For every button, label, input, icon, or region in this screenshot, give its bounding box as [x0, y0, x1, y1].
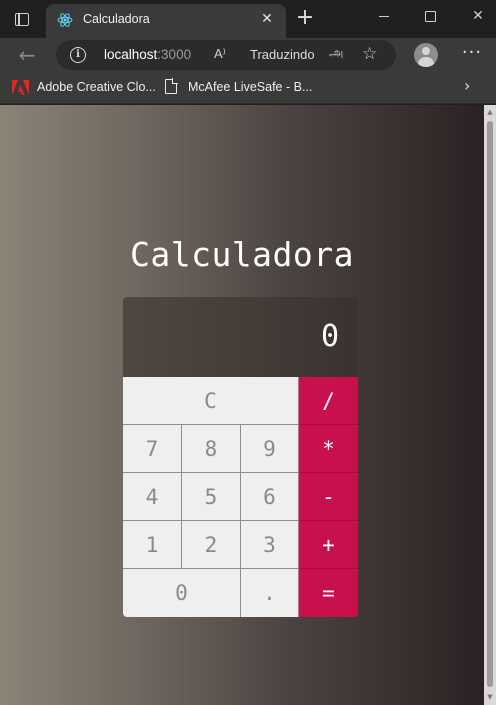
- read-aloud-icon[interactable]: A⁾: [214, 46, 226, 62]
- divide-button[interactable]: /: [299, 377, 358, 425]
- more-menu-icon[interactable]: ···: [458, 40, 486, 68]
- adobe-icon: [12, 80, 29, 95]
- digit-0-button[interactable]: 0: [123, 569, 241, 617]
- close-tab-icon[interactable]: ✕: [258, 10, 276, 28]
- scroll-up-icon[interactable]: ▲: [486, 108, 494, 116]
- digit-1-button[interactable]: 1: [123, 521, 182, 569]
- decimal-button[interactable]: .: [241, 569, 299, 617]
- site-info-icon[interactable]: i: [70, 47, 86, 63]
- digit-7-button[interactable]: 7: [123, 425, 182, 473]
- translate-icon[interactable]: அ: [329, 46, 343, 62]
- subtract-button[interactable]: -: [299, 473, 358, 521]
- digit-9-button[interactable]: 9: [241, 425, 299, 473]
- equals-button[interactable]: =: [299, 569, 358, 617]
- title-bar: Calculadora ✕ + ✕: [0, 0, 496, 38]
- scroll-down-icon[interactable]: ▼: [486, 693, 494, 701]
- close-window-icon[interactable]: ✕: [463, 4, 493, 28]
- digit-3-button[interactable]: 3: [241, 521, 299, 569]
- browser-tab[interactable]: Calculadora ✕: [46, 4, 286, 38]
- page-icon: [165, 78, 178, 94]
- tab-actions-icon[interactable]: [6, 6, 38, 32]
- digit-8-button[interactable]: 8: [182, 425, 241, 473]
- page-title: Calculadora: [129, 235, 355, 274]
- vertical-scrollbar[interactable]: ▲ ▼: [484, 105, 496, 705]
- digit-4-button[interactable]: 4: [123, 473, 182, 521]
- favorite-label: McAfee LiveSafe - B...: [188, 80, 313, 94]
- maximize-icon[interactable]: [415, 4, 445, 28]
- url-text[interactable]: localhost:3000: [104, 47, 191, 62]
- react-icon: [57, 13, 73, 27]
- translate-status[interactable]: Traduzindo: [250, 47, 315, 62]
- profile-avatar[interactable]: [414, 43, 438, 67]
- chevron-right-icon[interactable]: ›: [464, 76, 470, 95]
- minimize-icon[interactable]: [369, 4, 399, 28]
- calculator: 0 C / 7 8 9 * 4 5 6 - 1 2 3 + 0 . =: [123, 297, 358, 617]
- digit-6-button[interactable]: 6: [241, 473, 299, 521]
- back-arrow-icon[interactable]: ←: [14, 42, 40, 68]
- calculator-display: 0: [123, 297, 358, 377]
- browser-toolbar: ← i localhost:3000 A⁾ Traduzindo அ ☆ ···: [0, 38, 496, 72]
- digit-5-button[interactable]: 5: [182, 473, 241, 521]
- address-bar[interactable]: i localhost:3000 A⁾ Traduzindo அ ☆: [56, 40, 396, 70]
- multiply-button[interactable]: *: [299, 425, 358, 473]
- favorite-label: Adobe Creative Clo...: [37, 80, 156, 94]
- add-button[interactable]: +: [299, 521, 358, 569]
- tab-title: Calculadora: [83, 12, 150, 26]
- favorites-bar: Adobe Creative Clo... McAfee LiveSafe - …: [0, 72, 496, 104]
- clear-button[interactable]: C: [123, 377, 299, 425]
- display-value: 0: [320, 319, 339, 354]
- scrollbar-thumb[interactable]: [487, 121, 493, 687]
- page-viewport: Calculadora 0 C / 7 8 9 * 4 5 6 - 1 2 3 …: [0, 105, 484, 705]
- digit-2-button[interactable]: 2: [182, 521, 241, 569]
- add-favorite-icon[interactable]: ☆: [362, 44, 377, 64]
- new-tab-icon[interactable]: +: [292, 6, 318, 32]
